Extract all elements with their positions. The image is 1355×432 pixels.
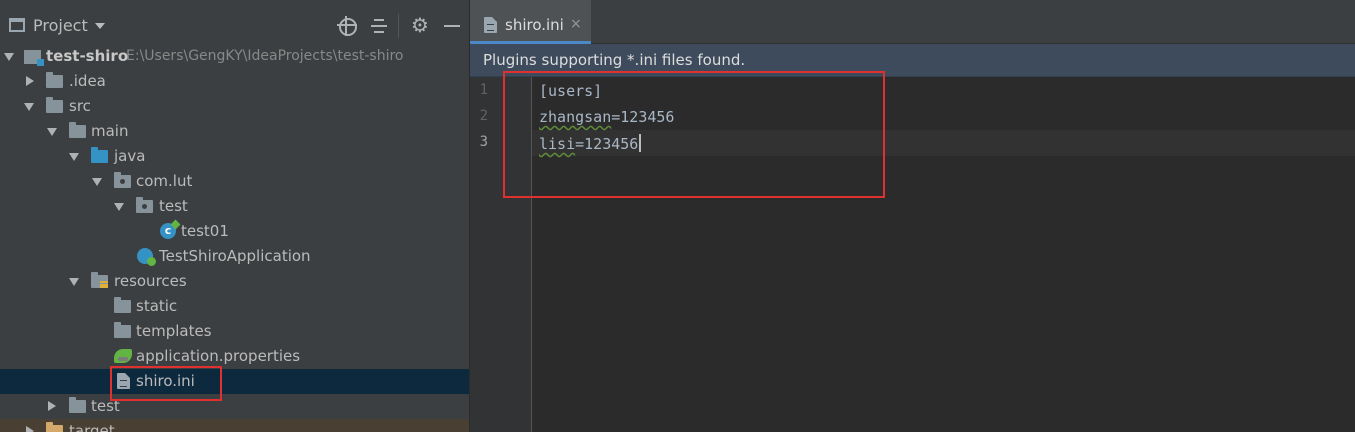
banner-text: Plugins supporting *.ini files found. [483,51,746,69]
collapse-all-icon[interactable] [369,16,389,36]
tree-item-test-shiro[interactable]: test-shiro E:\Users\GengKY\IdeaProjects\… [0,44,469,69]
hide-panel-icon[interactable] [443,16,463,36]
collapse-arrow-icon[interactable] [26,426,34,432]
project-window-icon [9,18,25,32]
spring-config-icon [114,349,132,363]
tree-item-idea[interactable]: .idea [0,69,469,94]
expand-arrow-icon[interactable] [69,278,79,286]
folder-icon [46,97,63,113]
tree-item-com-lut[interactable]: com.lut [0,169,469,194]
expand-arrow-icon[interactable] [24,103,34,111]
folder-icon [114,297,131,313]
tree-item-src[interactable]: src [0,94,469,119]
resources-folder-icon [91,272,108,288]
spring-boot-class-icon [137,248,156,266]
tree-item-java[interactable]: java [0,144,469,169]
tree-item-label: com.lut [136,172,193,190]
folder-icon [69,122,86,138]
annotation-highlight-file [110,366,222,401]
tree-item-label: .idea [69,72,106,90]
tree-item-label: src [69,97,91,115]
tree-item-test-package[interactable]: test [0,194,469,219]
tree-item-label: test01 [181,222,229,240]
tree-item-target[interactable]: target [0,419,469,432]
folder-icon [46,72,63,88]
tree-item-application-properties[interactable]: application.properties [0,344,469,369]
tree-item-label: main [91,122,129,140]
expand-arrow-icon[interactable] [114,203,124,211]
source-folder-icon [91,147,108,163]
folder-icon [114,322,131,338]
folder-icon [69,397,86,413]
tree-item-shiro-ini[interactable]: shiro.ini [0,369,469,394]
module-path: E:\Users\GengKY\IdeaProjects\test-shiro [126,48,404,64]
tree-item-static[interactable]: static [0,294,469,319]
close-icon[interactable]: × [570,16,582,32]
editor-tab-bar: shiro.ini × [470,0,1355,44]
tree-item-label: resources [114,272,187,290]
tree-item-resources[interactable]: resources [0,269,469,294]
tree-item-label: test [159,197,188,215]
collapse-arrow-icon[interactable] [48,401,56,411]
tree-item-test[interactable]: test [0,394,469,419]
module-icon [24,50,44,66]
expand-arrow-icon[interactable] [92,178,102,186]
gear-icon[interactable]: ⚙ [410,15,430,35]
locate-file-icon[interactable] [337,16,357,36]
tree-item-label: static [136,297,178,315]
line-number: 1 [479,82,488,98]
expand-arrow-icon[interactable] [69,153,79,161]
project-view-selector[interactable]: Project [33,16,88,35]
tab-label: shiro.ini [505,16,564,34]
tree-item-label: templates [136,322,212,340]
tree-item-main[interactable]: main [0,119,469,144]
java-class-icon: c [160,223,176,239]
line-number: 2 [479,108,488,124]
tab-shiro-ini[interactable]: shiro.ini × [470,0,591,44]
package-icon [114,172,131,188]
tree-item-test01[interactable]: c test01 [0,219,469,244]
excluded-folder-icon [46,422,63,432]
collapse-arrow-icon[interactable] [26,76,34,86]
project-panel-header: Project ⚙ [0,0,469,44]
package-icon [136,197,153,213]
ini-file-icon [484,17,497,33]
expand-arrow-icon[interactable] [47,128,57,136]
project-tool-window: Project ⚙ test-shiro E:\Users\GengKY\Ide… [0,0,469,432]
tree-item-label: java [114,147,146,165]
header-divider [398,14,399,38]
expand-arrow-icon[interactable] [4,53,14,61]
tree-item-testshiroapplication[interactable]: TestShiroApplication [0,244,469,269]
tree-item-label: test-shiro [46,47,129,65]
annotation-highlight-code [503,71,885,198]
tree-item-label: TestShiroApplication [159,247,311,265]
tree-item-label: application.properties [136,347,301,365]
line-number: 3 [479,134,488,150]
chevron-down-icon[interactable] [95,23,105,29]
tree-item-label: target [69,422,115,432]
tree-item-templates[interactable]: templates [0,319,469,344]
